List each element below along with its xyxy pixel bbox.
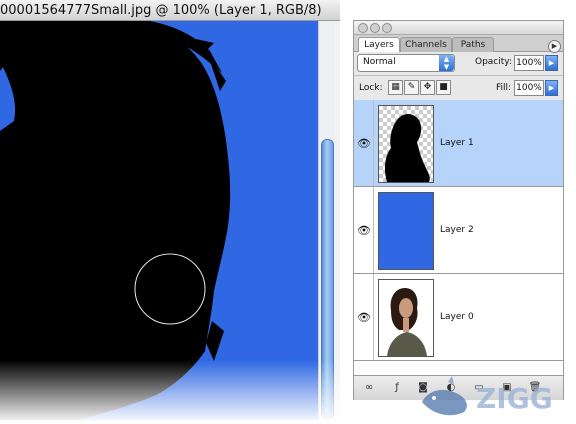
layer-style-icon[interactable]: ƒ xyxy=(390,381,404,395)
document-window: 00001564777Small.jpg @ 100% (Layer 1, RG… xyxy=(0,0,340,420)
close-icon[interactable] xyxy=(358,23,368,33)
updown-arrows-icon: ▲ ▼ xyxy=(439,55,454,71)
tab-channels[interactable]: Channels xyxy=(400,37,452,52)
layer-thumbnail xyxy=(378,279,434,357)
layer-name[interactable]: Layer 2 xyxy=(440,225,474,235)
layer-row-layer-2[interactable]: 👁 Layer 2 xyxy=(354,187,563,274)
layers-list: 👁 Layer 1 👁 Layer 2 👁 Layer 0 xyxy=(354,100,563,375)
scrollbar-thumb[interactable] xyxy=(321,139,334,419)
layer-thumbnail xyxy=(378,105,434,183)
palette-titlebar[interactable] xyxy=(354,21,563,35)
zigg-logo: ZIGG xyxy=(422,376,553,416)
lock-fill-row: Lock: ▦ ✎ ✥ ■ Fill: 100% ▶ xyxy=(354,75,563,101)
silhouette-thumbnail xyxy=(384,114,430,182)
eye-icon: 👁 xyxy=(357,224,371,237)
blend-mode-value: Normal xyxy=(363,57,396,67)
minimize-icon[interactable] xyxy=(370,23,380,33)
fill-field[interactable]: 100% xyxy=(514,80,544,96)
image-canvas[interactable] xyxy=(0,21,318,420)
fill-label: Fill: xyxy=(496,83,512,93)
layer-row-layer-1[interactable]: 👁 Layer 1 xyxy=(354,100,563,187)
opacity-field[interactable]: 100% xyxy=(514,55,544,71)
layer-row-layer-0[interactable]: 👁 Layer 0 xyxy=(354,274,563,361)
blend-mode-select[interactable]: Normal ▲ ▼ xyxy=(357,54,455,72)
eye-icon: 👁 xyxy=(357,137,371,150)
layers-palette: Layers Channels Paths ▶ Normal ▲ ▼ Opacit… xyxy=(353,20,564,400)
lock-transparency-icon[interactable]: ▦ xyxy=(388,80,403,95)
document-title: 00001564777Small.jpg @ 100% (Layer 1, RG… xyxy=(0,3,322,18)
opacity-label: Opacity: xyxy=(475,57,512,67)
silhouette-image xyxy=(0,21,231,420)
watermark-text: ZIGG xyxy=(476,382,553,415)
layer-name[interactable]: Layer 0 xyxy=(440,312,474,322)
eye-icon: 👁 xyxy=(357,311,371,324)
visibility-toggle[interactable]: 👁 xyxy=(354,274,374,360)
link-icon[interactable]: ∞ xyxy=(362,381,376,395)
visibility-toggle[interactable]: 👁 xyxy=(354,100,374,186)
lock-position-icon[interactable]: ✥ xyxy=(420,80,435,95)
woman-photo-thumbnail xyxy=(379,280,433,356)
lock-label: Lock: xyxy=(359,83,383,93)
zoom-icon[interactable] xyxy=(382,23,392,33)
opacity-slider-arrow-icon[interactable]: ▶ xyxy=(545,55,558,71)
tab-layers[interactable]: Layers xyxy=(358,37,400,52)
visibility-toggle[interactable]: 👁 xyxy=(354,187,374,273)
document-titlebar[interactable]: 00001564777Small.jpg @ 100% (Layer 1, RG… xyxy=(0,0,340,21)
lock-all-icon[interactable]: ■ xyxy=(436,80,451,95)
layer-thumbnail xyxy=(378,192,434,270)
fill-slider-arrow-icon[interactable]: ▶ xyxy=(545,80,558,96)
tab-paths[interactable]: Paths xyxy=(452,37,494,52)
layer-name[interactable]: Layer 1 xyxy=(440,138,474,148)
vertical-scrollbar[interactable] xyxy=(318,21,335,420)
palette-tabs: Layers Channels Paths xyxy=(354,35,563,52)
lock-paint-icon[interactable]: ✎ xyxy=(404,80,419,95)
blend-opacity-row: Normal ▲ ▼ Opacity: 100% ▶ xyxy=(354,52,563,74)
watermark-logo: ZIGG xyxy=(418,372,574,420)
